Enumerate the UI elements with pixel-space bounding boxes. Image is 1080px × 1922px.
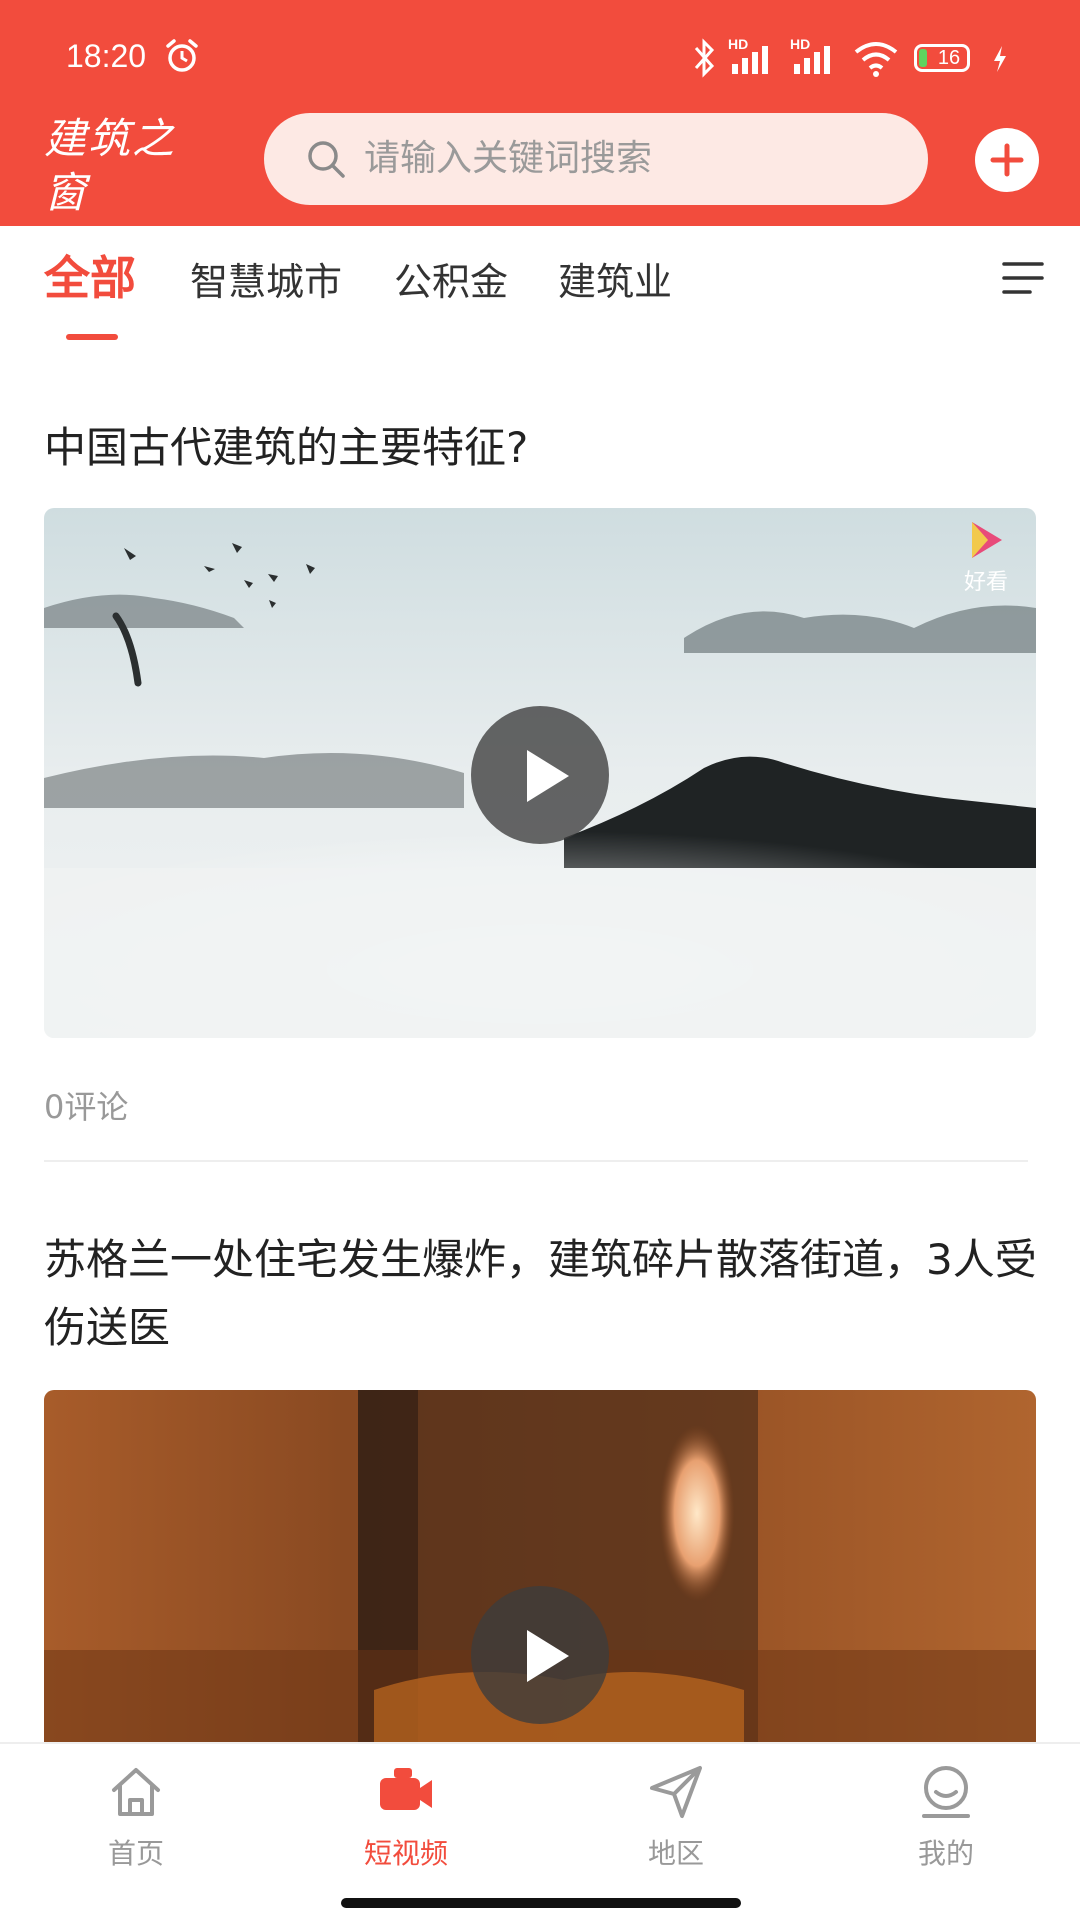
- add-button[interactable]: [975, 128, 1039, 192]
- tab-smart-city[interactable]: 智慧城市: [190, 256, 342, 308]
- home-icon: [112, 1768, 160, 1816]
- cellular-signal-icon-2: [794, 46, 830, 74]
- nav-mine-label: 我的: [917, 1837, 974, 1870]
- nav-home-label: 首页: [107, 1837, 164, 1870]
- charging-icon: [994, 46, 1006, 72]
- nav-mine[interactable]: 我的: [876, 1762, 1016, 1872]
- search-bar[interactable]: 请输入关键词搜索: [264, 113, 928, 205]
- haokan-watermark: 好看: [956, 518, 1016, 596]
- tab-all[interactable]: 全部: [44, 252, 136, 304]
- app-logo[interactable]: 建筑之窗 jianzhuzhichuang.com: [44, 112, 214, 243]
- active-tab-indicator: [66, 334, 118, 340]
- article-title-2[interactable]: 苏格兰一处住宅发生爆炸，建筑碎片散落街道，3人受伤送医: [44, 1226, 1040, 1362]
- app-header: 18:20 HD HD 16 建筑之窗 jianzhuzhichuang.com: [0, 0, 1080, 243]
- alarm-icon: [166, 39, 198, 72]
- nav-short-video-label: 短视频: [363, 1837, 448, 1870]
- comment-count[interactable]: 0评论: [44, 1082, 128, 1128]
- search-input[interactable]: 请输入关键词搜索: [364, 135, 652, 183]
- haokan-logo-icon: [972, 522, 1002, 558]
- wifi-icon: [854, 42, 898, 77]
- category-tabs: 全部 智慧城市 公积金 建筑业: [0, 226, 1080, 344]
- play-button[interactable]: [471, 706, 609, 844]
- feed-divider: [44, 1160, 1028, 1162]
- tab-housing-fund[interactable]: 公积金: [394, 256, 508, 308]
- nav-home[interactable]: 首页: [66, 1762, 206, 1872]
- bluetooth-icon: [694, 38, 715, 78]
- video-thumbnail[interactable]: 好看: [44, 508, 1036, 1038]
- nav-region[interactable]: 地区: [606, 1762, 746, 1872]
- paper-plane-icon: [650, 1766, 702, 1818]
- status-time: 18:20: [66, 38, 147, 74]
- play-button-2[interactable]: [471, 1586, 609, 1724]
- watermark-text: 好看: [963, 570, 1008, 595]
- nav-region-label: 地区: [647, 1837, 704, 1870]
- home-indicator[interactable]: [341, 1898, 741, 1908]
- profile-icon: [922, 1766, 970, 1818]
- battery-level: 16: [937, 47, 961, 69]
- tab-construction-industry[interactable]: 建筑业: [558, 256, 672, 308]
- battery-icon: 16: [914, 44, 970, 72]
- search-icon: [308, 141, 345, 178]
- plus-icon: [990, 143, 1024, 177]
- logo-text: 建筑之窗: [44, 114, 177, 217]
- tab-menu-icon[interactable]: [1002, 260, 1044, 300]
- article-title[interactable]: 中国古代建筑的主要特征?: [44, 414, 1040, 482]
- video-camera-icon: [380, 1768, 432, 1810]
- nav-short-video[interactable]: 短视频: [336, 1762, 476, 1872]
- video-thumbnail-2[interactable]: [44, 1390, 1036, 1742]
- cellular-signal-icon: [732, 46, 768, 74]
- bottom-navigation: 首页 短视频 地区 我的: [0, 1742, 1080, 1922]
